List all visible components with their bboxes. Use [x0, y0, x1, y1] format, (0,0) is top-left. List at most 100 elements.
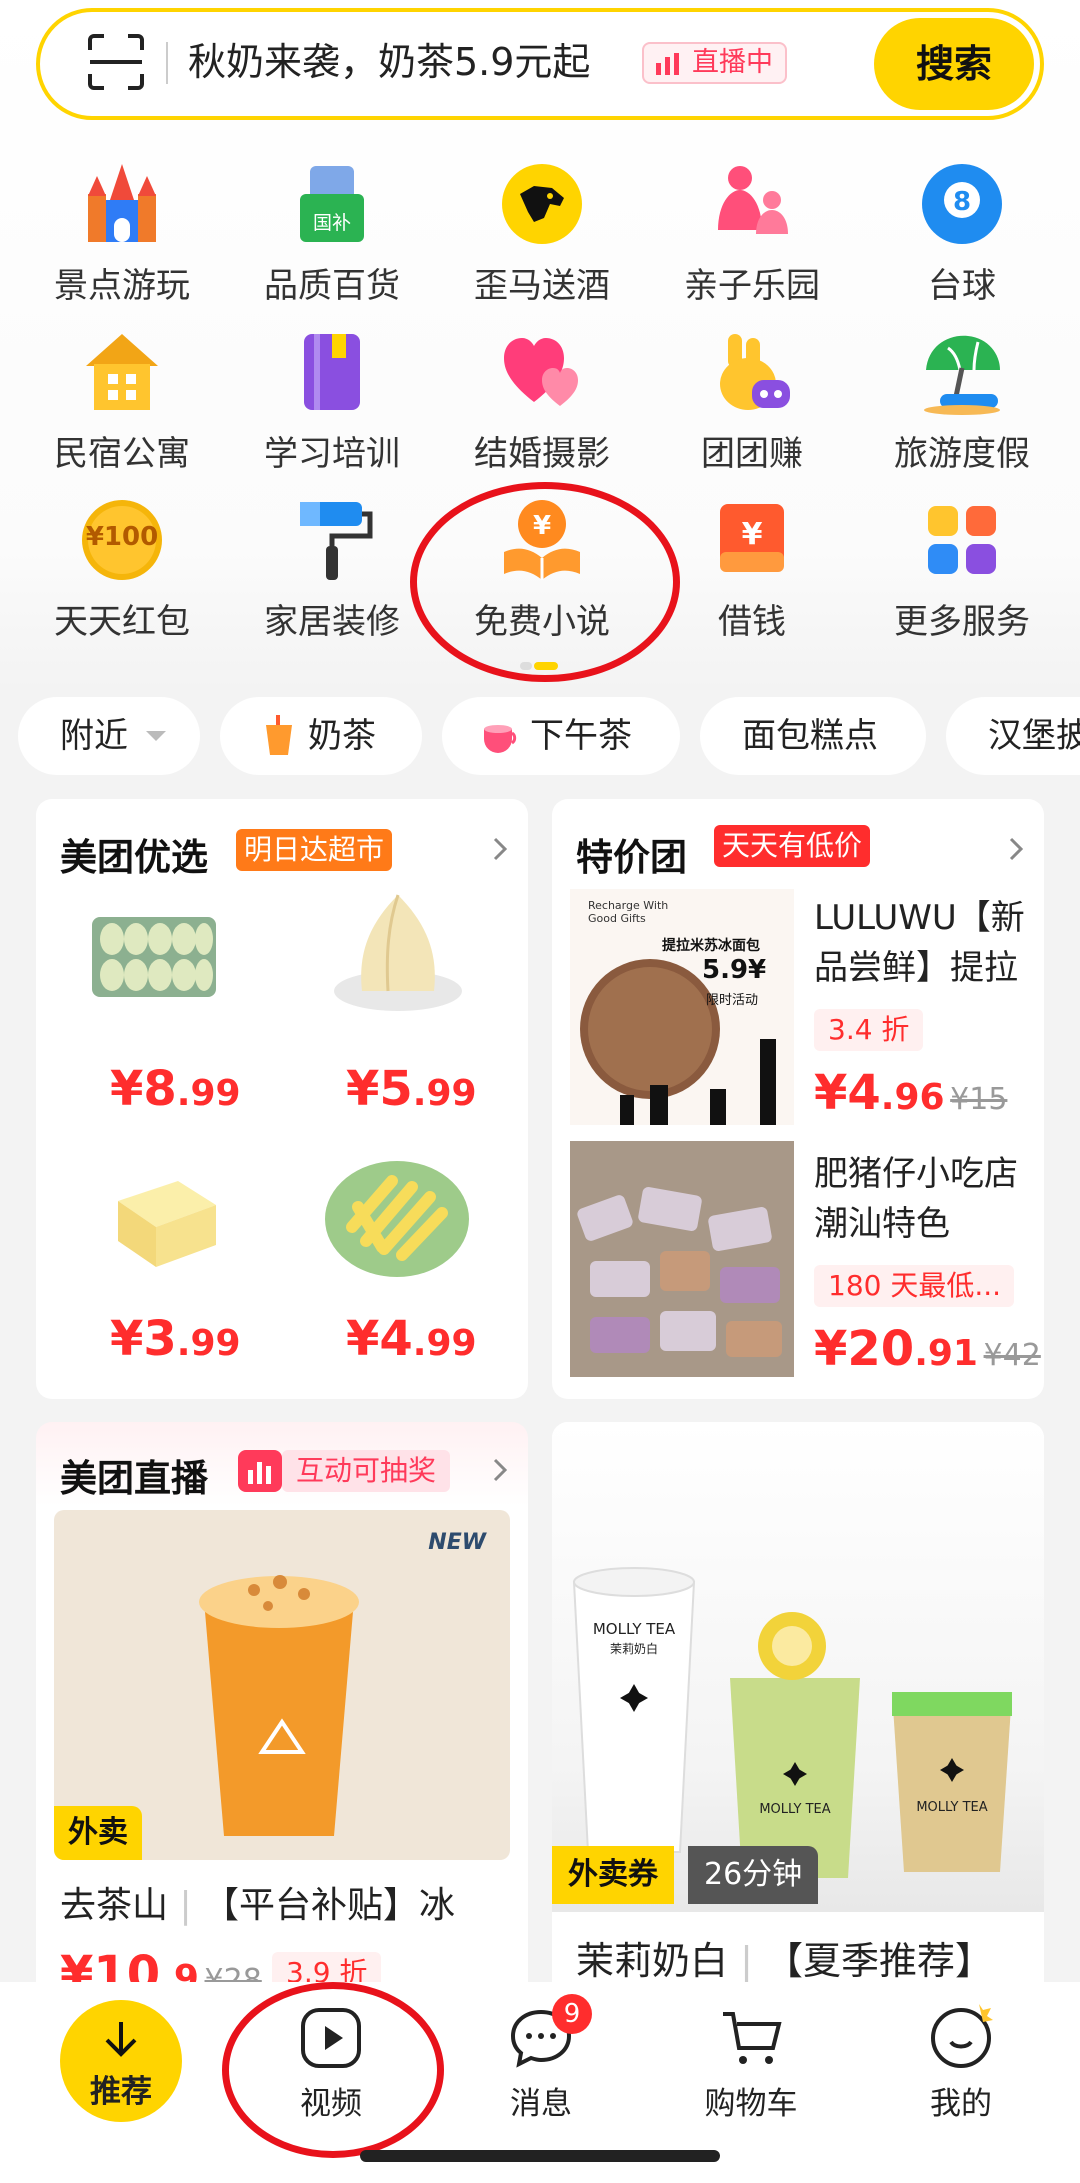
image-caption: Recharge With Good Gifts — [588, 899, 669, 925]
service-item[interactable]: 亲子乐园 — [647, 160, 857, 320]
chip-bakery[interactable]: 面包糕点 — [700, 697, 926, 775]
card-tag: 互动可抽奖 — [282, 1450, 451, 1492]
service-item[interactable]: 歪马送酒 — [437, 160, 647, 320]
cup-icon — [266, 715, 292, 755]
service-item[interactable]: 民宿公寓 — [17, 328, 227, 488]
service-item[interactable]: 旅游度假 — [857, 328, 1067, 488]
nav-me[interactable]: 我的 — [856, 1982, 1066, 2142]
chip-label: 附近 — [60, 716, 128, 756]
image-caption: 5.9¥ — [702, 955, 767, 985]
product-desc[interactable]: 肥猪仔小吃店 潮汕特色 — [814, 1149, 1034, 1249]
chip-nearby[interactable]: 附近 — [18, 697, 200, 775]
card-title: 特价团 — [576, 836, 687, 879]
service-item[interactable]: ¥100 天天红包 — [17, 496, 227, 656]
chip-burger[interactable]: 汉堡披 — [946, 697, 1080, 775]
live-card[interactable]: 美团直播 互动可抽奖 NEW 外卖 去茶山 | 【平台补贴】冰 ¥10.9 ¥2… — [36, 1422, 528, 2022]
nav-label: 购物车 — [704, 2086, 798, 2122]
product-image-baby-corn[interactable] — [322, 1157, 472, 1281]
service-item[interactable]: 景点游玩 — [17, 160, 227, 320]
chevron-right-icon[interactable] — [488, 1458, 512, 1482]
image-caption: 提拉米苏冰面包 — [662, 938, 760, 954]
service-item[interactable]: 8 台球 — [857, 160, 1067, 320]
cup-brand: MOLLY TEA — [759, 1802, 831, 1817]
house-icon — [86, 334, 158, 410]
service-item[interactable]: 国补 品质百货 — [227, 160, 437, 320]
discount-badge: 3.4 折 — [814, 1009, 924, 1051]
service-item[interactable]: 团团赚 — [647, 328, 857, 488]
service-label: 更多服务 — [894, 602, 1030, 642]
cup-brand-cn: 茉莉奶白 — [609, 1642, 658, 1656]
chip-label: 面包糕点 — [742, 716, 878, 756]
search-divider — [166, 42, 168, 84]
scan-icon[interactable] — [86, 32, 146, 92]
delivery-time-badge: 26分钟 — [688, 1846, 819, 1904]
category-chips: 附近 奶茶 下午茶 面包糕点 汉堡披 — [0, 697, 1080, 777]
annotation-circle — [410, 482, 680, 682]
nav-cart[interactable]: 购物车 — [646, 1982, 856, 2142]
service-item[interactable]: 家居装修 — [227, 496, 437, 656]
product-image-bamboo-shoot[interactable] — [328, 891, 468, 1021]
guobu-badge: 国补 — [312, 212, 351, 234]
billiard-ball-icon: 8 — [922, 164, 1002, 244]
chip-afternoon-tea[interactable]: 下午茶 — [442, 697, 680, 775]
chip-milk-tea[interactable]: 奶茶 — [220, 697, 422, 775]
book-icon — [304, 334, 360, 410]
parent-child-icon — [718, 166, 788, 234]
chip-label: 下午茶 — [530, 716, 632, 756]
product-price: ¥8.99 — [110, 1061, 241, 1117]
svg-text:8: 8 — [953, 187, 971, 217]
wallet-icon: ¥ — [720, 504, 784, 572]
service-item[interactable]: 更多服务 — [857, 496, 1067, 656]
live-video-thumbnail[interactable]: NEW 外卖 — [54, 1510, 510, 1860]
unread-count-badge: 9 — [552, 1994, 592, 2034]
product-image-tiramisu[interactable]: Recharge With Good Gifts 提拉米苏冰面包 5.9¥ 限时… — [570, 889, 794, 1125]
arrow-down-icon — [105, 2022, 137, 2057]
product-image-tofu[interactable] — [108, 1161, 224, 1277]
service-label: 景点游玩 — [54, 266, 190, 306]
chip-label: 奶茶 — [308, 716, 376, 756]
nav-label: 我的 — [930, 2086, 992, 2122]
search-button[interactable]: 搜索 — [874, 18, 1034, 110]
product-price: ¥4.99 — [346, 1311, 477, 1367]
search-hint[interactable]: 秋奶来袭，奶茶5.9元起 — [188, 34, 590, 90]
product-desc[interactable]: LULUWU【新品尝鲜】提拉 — [814, 893, 1034, 993]
card-tag: 明日达超市 — [236, 829, 393, 871]
service-label: 台球 — [928, 266, 996, 306]
nav-recommend[interactable]: 推荐 — [16, 1982, 226, 2142]
annotation-circle — [222, 1982, 444, 2158]
youxuan-card[interactable]: 美团优选 明日达超市 ¥8.99 ¥5.99 ¥3.99 ¥4.99 — [36, 799, 528, 1399]
chevron-right-icon[interactable] — [1004, 837, 1028, 861]
coupon-badge: 外卖券 — [552, 1846, 674, 1904]
discount-badge: 180 天最低... — [814, 1265, 1014, 1307]
product-desc[interactable]: 去茶山 | 【平台补贴】冰 — [60, 1876, 455, 1928]
horse-icon — [502, 164, 582, 244]
search-bar[interactable]: 秋奶来袭，奶茶5.9元起 直播中 搜索 — [36, 8, 1044, 120]
dropdown-caret-icon — [146, 731, 166, 741]
product-image-molly-tea[interactable]: MOLLY TEA 茉莉奶白 MOLLY TEA MOLLY TEA — [552, 1422, 1044, 1912]
product-price: ¥4.96 ¥15 — [814, 1065, 1008, 1121]
shopping-cart-icon — [723, 2012, 782, 2064]
chip-label: 汉堡披 — [988, 716, 1080, 756]
product-price: ¥20.91 ¥42 — [814, 1321, 1041, 1377]
live-badge-label: 直播中 — [692, 47, 773, 78]
live-bars-icon — [656, 53, 679, 75]
product-desc[interactable]: 茉莉奶白 | 【夏季推荐】 — [576, 1930, 993, 1985]
nav-label: 推荐 — [90, 2074, 152, 2110]
tejia-card[interactable]: 特价团 天天有低价 Recharge With Good Gifts 提拉米苏冰… — [552, 799, 1044, 1399]
svg-text:¥: ¥ — [742, 517, 763, 552]
chevron-right-icon[interactable] — [488, 837, 512, 861]
nav-messages[interactable]: 9 消息 — [436, 1982, 646, 2142]
service-label: 品质百货 — [264, 266, 400, 306]
teacup-icon — [484, 725, 517, 753]
service-label: 民宿公寓 — [54, 434, 190, 474]
service-item[interactable]: 结婚摄影 — [437, 328, 647, 488]
card-tag: 天天有低价 — [714, 825, 871, 867]
service-label: 旅游度假 — [894, 434, 1030, 474]
live-badge[interactable]: 直播中 — [642, 42, 787, 84]
molly-tea-card[interactable]: MOLLY TEA 茉莉奶白 MOLLY TEA MOLLY TEA 外卖券 2… — [552, 1422, 1044, 2022]
home-indicator[interactable] — [360, 2150, 720, 2162]
service-item[interactable]: 学习培训 — [227, 328, 437, 488]
product-image-snacks[interactable] — [570, 1141, 794, 1377]
product-image-steamed-buns[interactable] — [90, 909, 218, 1001]
smiley-face-icon — [931, 2004, 993, 2068]
